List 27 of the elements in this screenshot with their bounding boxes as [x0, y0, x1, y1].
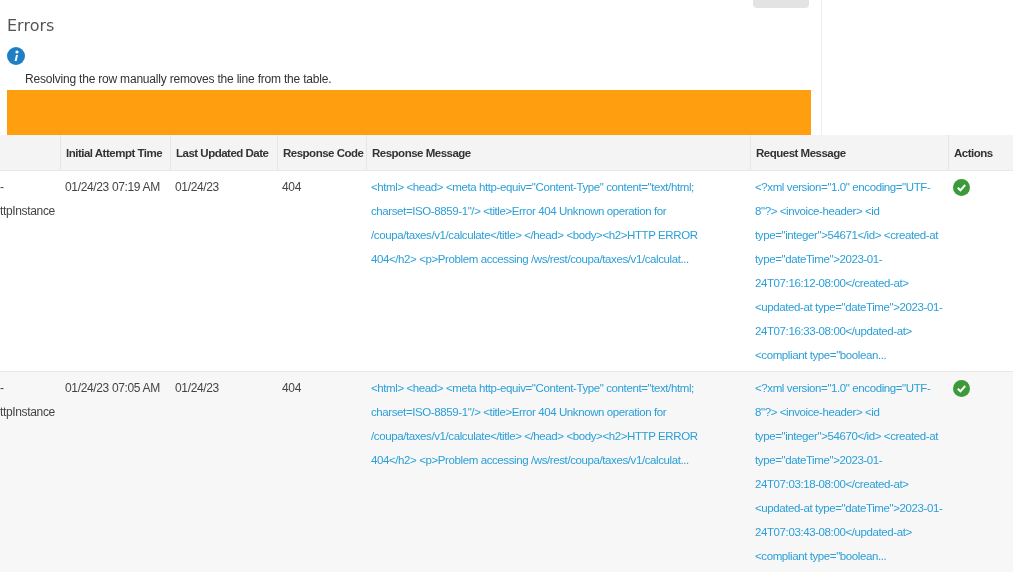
table-cell: 404 — [282, 180, 301, 194]
message-link[interactable]: <?xml version="1.0" encoding="UTF-8"?> <invoice-header> <id type="integer">54671</id> <created-at type="dateTime">2023-01-24T07:16:12-08:00</created-at> <updated-at type="dateTime">2023-01-24T07:16:33-08:00</updated-at> <compliant type="boolean... — [755, 175, 943, 367]
table-cell: 01/24/23 — [175, 180, 219, 194]
table-cell-text: ttpInstance — [0, 203, 55, 220]
table-cell: 01/24/23 07:19 AM — [65, 180, 160, 194]
info-text: Resolving the row manually removes the line from the table. — [25, 72, 332, 86]
resolve-button[interactable] — [953, 380, 970, 397]
info-icon — [7, 47, 25, 65]
column-header: Response Code — [277, 135, 366, 170]
table-cell-text: ttpInstance — [0, 404, 55, 421]
table-cell: 404 — [282, 381, 301, 395]
check-icon — [953, 380, 970, 397]
page-title: Errors — [7, 16, 55, 35]
table-cell: 01/24/23 07:05 AM — [65, 381, 160, 395]
message-link[interactable]: <?xml version="1.0" encoding="UTF-8"?> <invoice-header> <id type="integer">54670</id> <created-at type="dateTime">2023-01-24T07:03:18-08:00</created-at> <updated-at type="dateTime">2023-01-24T07:03:43-08:00</updated-at> <compliant type="boolean... — [755, 376, 943, 568]
column-header: Initial Attempt Time — [60, 135, 170, 170]
column-header: Actions — [948, 135, 1013, 170]
column-header: Last Updated Date — [170, 135, 277, 170]
table-cell-text: - — [0, 380, 5, 397]
table-cell: 01/24/23 — [175, 381, 219, 395]
column-header: Request Message — [750, 135, 948, 170]
column-header: Response Message — [366, 135, 750, 170]
check-icon — [953, 179, 970, 196]
table-cell-text: - — [0, 179, 5, 196]
message-link[interactable]: <html> <head> <meta http-equiv="Content-Type" content="text/html; charset=ISO-8859-1"/> <title>Error 404 Unknown operation for /coupa/taxes/v1/calculate</title> </head> <body><h2>HTTP ERROR 404</h2> <p>Problem accessing /ws/rest/coupa/taxes/v1/calculat... — [371, 376, 745, 472]
resolve-button[interactable] — [953, 179, 970, 196]
message-link[interactable]: <html> <head> <meta http-equiv="Content-Type" content="text/html; charset=ISO-8859-1"/> <title>Error 404 Unknown operation for /coupa/taxes/v1/calculate</title> </head> <body><h2>HTTP ERROR 404</h2> <p>Problem accessing /ws/rest/coupa/taxes/v1/calculat... — [371, 175, 745, 271]
